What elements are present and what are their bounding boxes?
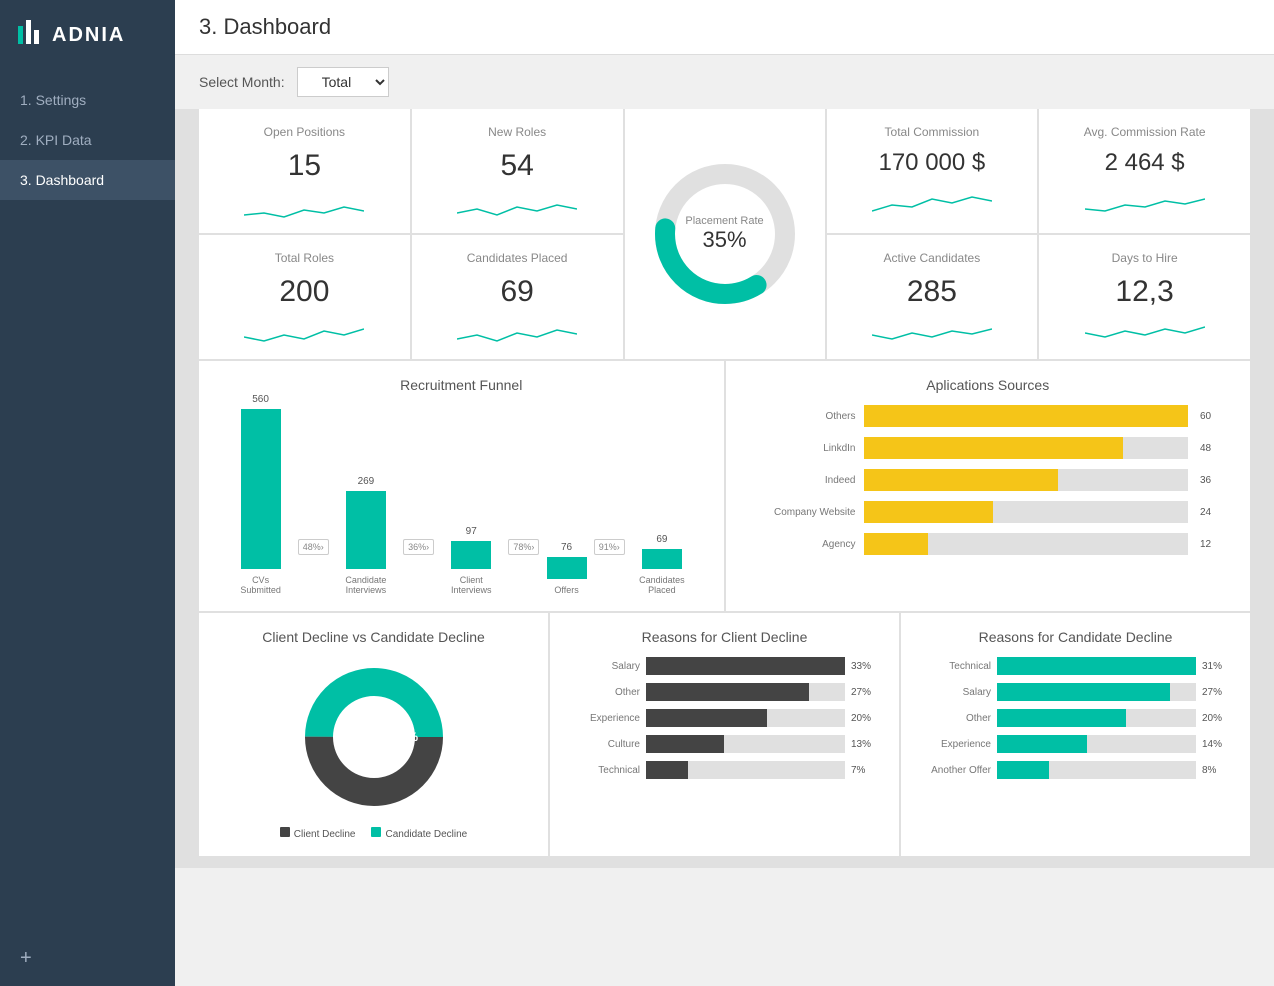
kpi-total-commission: Total Commission 170 000 $ — [827, 109, 1038, 233]
reason-experience: Experience 20% — [570, 709, 879, 727]
kpi-total-roles-value: 200 — [219, 275, 390, 309]
kpi-new-roles: New Roles 54 — [412, 109, 623, 233]
funnel-bar-client-interviews: 97 Client Interviews — [441, 526, 501, 595]
kpi-candidates-placed: Candidates Placed 69 — [412, 235, 623, 359]
app-sources-title: Aplications Sources — [746, 377, 1231, 393]
cand-reason-salary: Salary 27% — [921, 683, 1230, 701]
source-agency: Agency 12 — [756, 533, 1221, 555]
decline-legend: Client Decline Candidate Decline — [280, 827, 467, 840]
filter-bar: Select Month: Total — [175, 55, 1274, 109]
funnel-bar-cvs: 560 CVs Submitted — [231, 394, 291, 595]
kpi-active-candidates-value: 285 — [847, 275, 1018, 309]
main-content: 3. Dashboard Select Month: Total Open Po… — [175, 0, 1274, 986]
funnel-bar-interviews: 269 Candidate Interviews — [336, 476, 396, 595]
cand-reason-experience: Experience 14% — [921, 735, 1230, 753]
reason-other: Other 27% — [570, 683, 879, 701]
svg-text:50%: 50% — [394, 730, 418, 744]
sidebar: ADNIA 1. Settings 2. KPI Data 3. Dashboa… — [0, 0, 175, 986]
kpi-days-to-hire: Days to Hire 12,3 — [1039, 235, 1250, 359]
reasons-candidate-card: Reasons for Candidate Decline Technical … — [901, 613, 1250, 856]
sparkline-new-roles — [432, 193, 603, 223]
sparkline-open-positions — [219, 193, 390, 223]
decline-title: Client Decline vs Candidate Decline — [219, 629, 528, 645]
arrow-4: 91%› — [594, 539, 625, 595]
cand-reason-other: Other 20% — [921, 709, 1230, 727]
decline-donut-card: Client Decline vs Candidate Decline 50% … — [199, 613, 548, 856]
reason-technical: Technical 7% — [570, 761, 879, 779]
reasons-candidate-chart: Technical 31% Salary 27% Other — [921, 657, 1230, 779]
app-sources-chart: Others 60 LinkdIn 48 Indeed — [746, 405, 1231, 555]
kpi-open-positions: Open Positions 15 — [199, 109, 410, 233]
logo-icon — [16, 18, 44, 52]
sparkline-days-to-hire — [1059, 319, 1230, 349]
recruitment-funnel-card: Recruitment Funnel 560 CVs Submitted 48%… — [199, 361, 724, 611]
sidebar-item-kpi[interactable]: 2. KPI Data — [0, 120, 175, 160]
month-select[interactable]: Total — [297, 67, 389, 97]
reasons-client-chart: Salary 33% Other 27% Experience — [570, 657, 879, 779]
sparkline-total-roles — [219, 319, 390, 349]
funnel-bar-placed: 69 Candidates Placed — [632, 534, 692, 595]
brand-name: ADNIA — [52, 24, 125, 47]
reasons-client-title: Reasons for Client Decline — [570, 629, 879, 645]
reasons-client-card: Reasons for Client Decline Salary 33% Ot… — [550, 613, 899, 856]
kpi-open-positions-title: Open Positions — [219, 125, 390, 139]
kpi-days-to-hire-value: 12,3 — [1059, 275, 1230, 309]
kpi-total-commission-title: Total Commission — [847, 125, 1018, 139]
page-title: 3. Dashboard — [199, 14, 1250, 40]
donut-label: Placement Rate 35% — [685, 215, 763, 253]
kpi-candidates-placed-title: Candidates Placed — [432, 251, 603, 265]
kpi-open-positions-value: 15 — [219, 149, 390, 183]
charts-section: Recruitment Funnel 560 CVs Submitted 48%… — [175, 359, 1274, 611]
sparkline-candidates-placed — [432, 319, 603, 349]
arrow-1: 48%› — [298, 539, 329, 595]
bottom-section: Client Decline vs Candidate Decline 50% … — [175, 611, 1274, 868]
kpi-avg-commission-value: 2 464 $ — [1059, 149, 1230, 177]
kpi-section: Open Positions 15 New Roles 54 Placement — [175, 109, 1274, 359]
source-indeed: Indeed 36 — [756, 469, 1221, 491]
donut-title: Placement Rate — [685, 215, 763, 227]
kpi-total-roles: Total Roles 200 — [199, 235, 410, 359]
logo-area: ADNIA — [0, 0, 175, 70]
page-header: 3. Dashboard — [175, 0, 1274, 55]
kpi-new-roles-title: New Roles — [432, 125, 603, 139]
kpi-total-commission-value: 170 000 $ — [847, 149, 1018, 177]
kpi-candidates-placed-value: 69 — [432, 275, 603, 309]
kpi-placement-rate: Placement Rate 35% — [625, 109, 825, 359]
arrow-3: 78%› — [508, 539, 539, 595]
source-company-website: Company Website 24 — [756, 501, 1221, 523]
cand-reason-another-offer: Another Offer 8% — [921, 761, 1230, 779]
donut-chart: Placement Rate 35% — [645, 154, 805, 314]
add-button[interactable]: + — [0, 931, 175, 986]
cand-reason-technical: Technical 31% — [921, 657, 1230, 675]
donut-value: 35% — [685, 227, 763, 253]
kpi-days-to-hire-title: Days to Hire — [1059, 251, 1230, 265]
svg-text:50%: 50% — [334, 730, 358, 744]
kpi-active-candidates-title: Active Candidates — [847, 251, 1018, 265]
reason-salary: Salary 33% — [570, 657, 879, 675]
sidebar-item-dashboard[interactable]: 3. Dashboard — [0, 160, 175, 200]
funnel-title: Recruitment Funnel — [219, 377, 704, 393]
app-sources-card: Aplications Sources Others 60 LinkdIn 48 — [726, 361, 1251, 611]
reason-culture: Culture 13% — [570, 735, 879, 753]
sparkline-avg-commission — [1059, 187, 1230, 217]
kpi-avg-commission: Avg. Commission Rate 2 464 $ — [1039, 109, 1250, 233]
arrow-2: 36%› — [403, 539, 434, 595]
sparkline-commission — [847, 187, 1018, 217]
source-others: Others 60 — [756, 405, 1221, 427]
source-linkedin: LinkdIn 48 — [756, 437, 1221, 459]
kpi-total-roles-title: Total Roles — [219, 251, 390, 265]
nav-menu: 1. Settings 2. KPI Data 3. Dashboard — [0, 80, 175, 200]
kpi-avg-commission-title: Avg. Commission Rate — [1059, 125, 1230, 139]
reasons-candidate-title: Reasons for Candidate Decline — [921, 629, 1230, 645]
decline-donut-wrap: 50% 50% Client Decline Candidate Decline — [219, 657, 528, 840]
filter-label: Select Month: — [199, 74, 285, 90]
sidebar-item-settings[interactable]: 1. Settings — [0, 80, 175, 120]
kpi-active-candidates: Active Candidates 285 — [827, 235, 1038, 359]
sparkline-active-candidates — [847, 319, 1018, 349]
kpi-new-roles-value: 54 — [432, 149, 603, 183]
funnel-bar-offers: 76 Offers — [547, 542, 587, 595]
